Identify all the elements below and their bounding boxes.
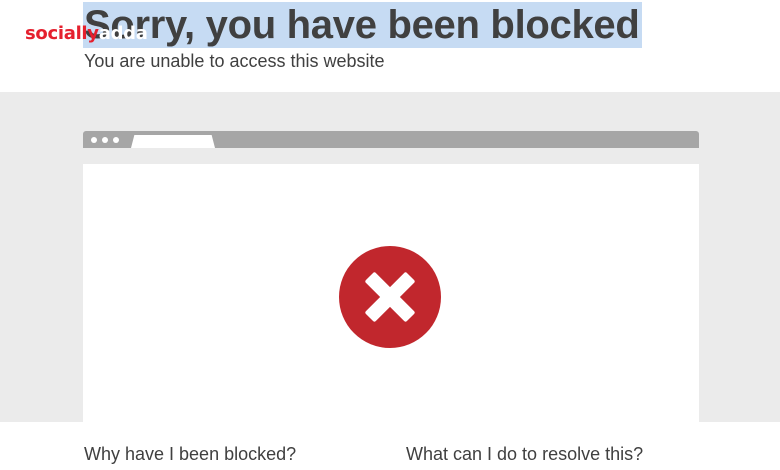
browser-window-titlebar [83,131,699,148]
title-selection-highlight: Sorry, you have been blocked [83,2,642,48]
page-subtitle: You are unable to access this website [84,51,385,71]
watermark-logo-part2: adda [98,23,148,44]
window-dot-icon [91,137,97,143]
why-blocked-heading: Why have I been blocked? [84,444,297,464]
page-header: Sorry, you have been blocked You are una… [0,0,780,92]
watermark-logo: sociallyadda [25,24,148,44]
window-dot-icon [102,137,108,143]
error-x-icon [339,246,441,348]
page-title: Sorry, you have been blocked [84,3,640,47]
window-dot-icon [113,137,119,143]
resolve-heading: What can I do to resolve this? [406,444,644,464]
watermark-logo-part1: socially [25,23,99,44]
browser-tab [131,135,215,148]
